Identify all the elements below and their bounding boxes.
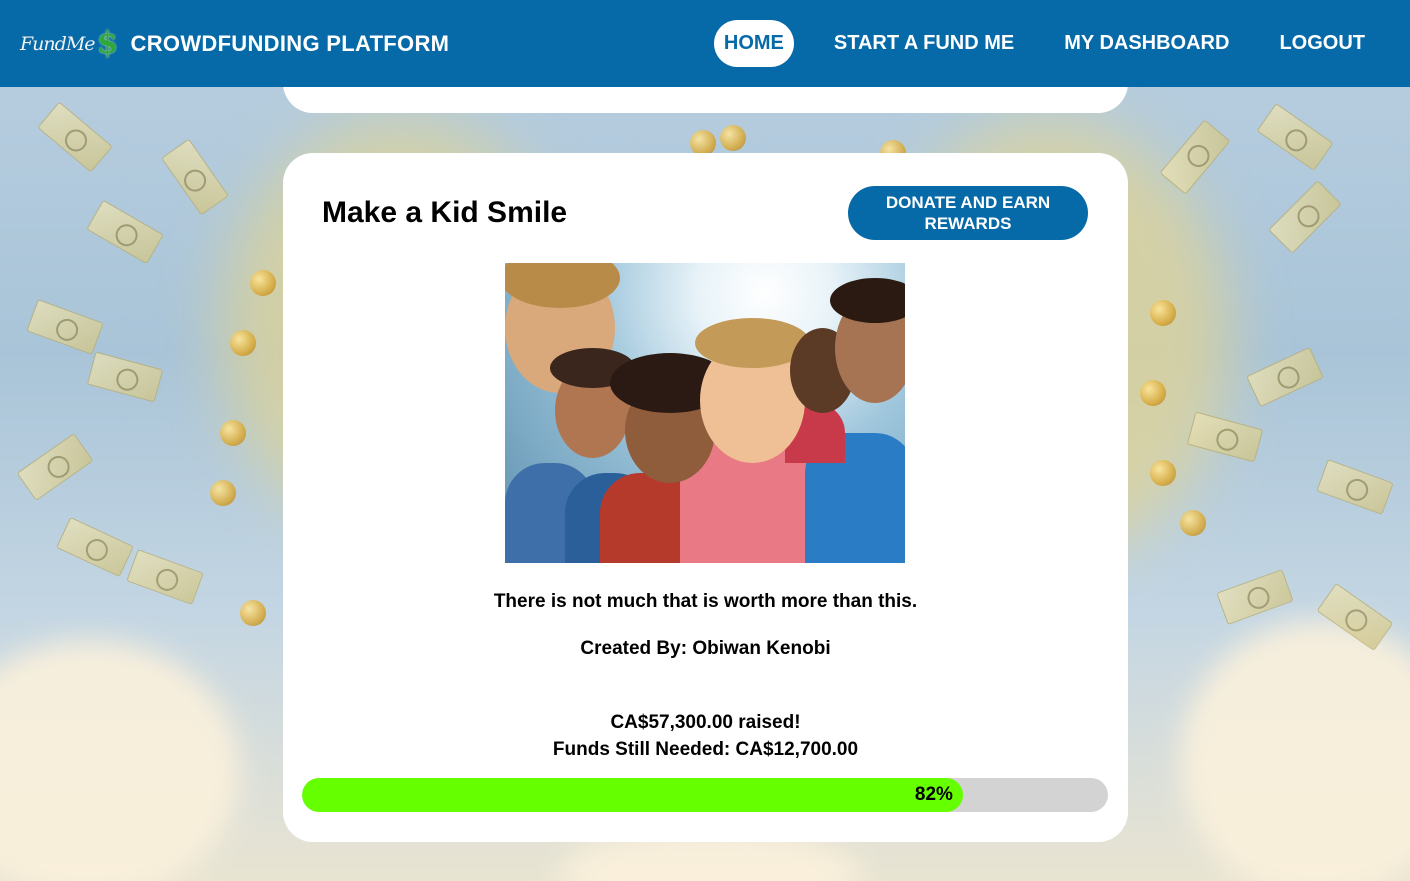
fundme-logo-text: FundMe [20,32,96,55]
campaign-photo [505,263,905,563]
campaign-description: There is not much that is worth more tha… [493,591,918,612]
main-nav: HOME START A FUND ME MY DASHBOARD LOGOUT [713,20,1375,67]
funding-progress-fill: 82% [302,778,963,812]
campaign-card: Make a Kid Smile DONATE AND EARN REWARDS… [283,153,1128,842]
donate-button[interactable]: DONATE AND EARN REWARDS [848,186,1088,240]
nav-my-dashboard[interactable]: MY DASHBOARD [1054,20,1239,67]
funds-still-needed: Funds Still Needed: CA$12,700.00 [552,739,859,760]
top-navbar: FundMe $ CROWDFUNDING PLATFORM HOME STAR… [0,0,1410,87]
campaign-creator: Created By: Obiwan Kenobi [580,638,831,659]
funding-progress-label: 82% [914,784,953,805]
funding-progress-bar: 82% [302,778,1108,812]
app-title: CROWDFUNDING PLATFORM [130,30,450,56]
campaign-title: Make a Kid Smile [322,196,568,229]
amount-raised: CA$57,300.00 raised! [610,712,801,733]
nav-start-fund-me[interactable]: START A FUND ME [824,20,1024,67]
dollar-icon: $ [97,26,118,61]
brand-logo[interactable]: FundMe $ CROWDFUNDING PLATFORM [20,26,450,61]
nav-home[interactable]: HOME [713,20,794,67]
nav-logout[interactable]: LOGOUT [1269,20,1375,67]
